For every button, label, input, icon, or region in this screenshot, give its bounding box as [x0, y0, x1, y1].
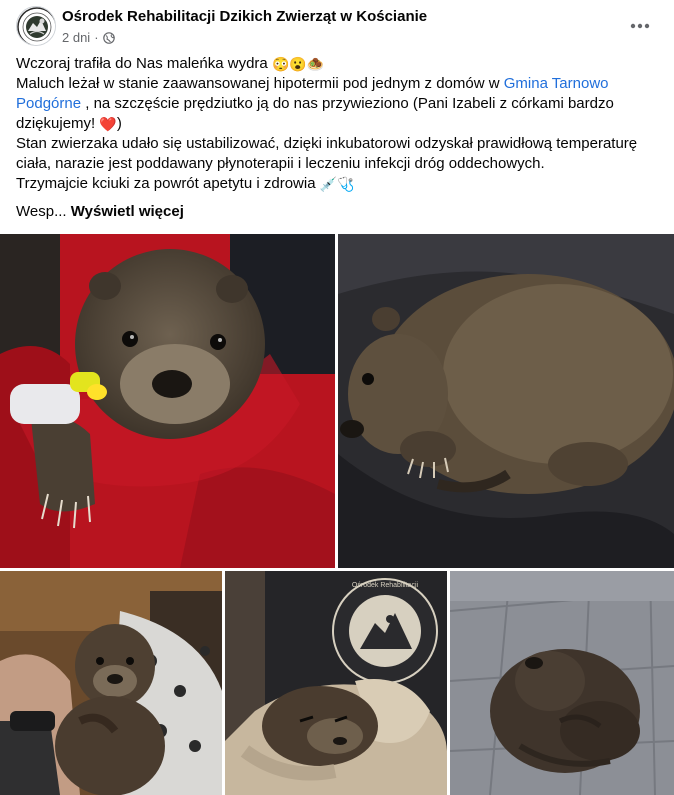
see-more-row: Wesp... Wyświetl więcej	[16, 202, 646, 222]
truncated-text: Wesp...	[16, 203, 67, 220]
post-paragraph-4: Trzymajcie kciuki za powrót apetytu i zd…	[16, 174, 646, 194]
photo-otter-spotted-blanket[interactable]	[0, 571, 222, 795]
photo-otter-red-blanket[interactable]	[0, 234, 335, 568]
emoji-group-1: 😳😮🧆	[271, 56, 325, 72]
post-line-4: Trzymajcie kciuki za powrót apetytu i zd…	[16, 175, 316, 192]
photo-otter-dark-fabric[interactable]	[338, 234, 674, 568]
post-line-2-start: Maluch leżał w stanie zaawansowanej hipo…	[16, 75, 504, 92]
emoji-group-2: 💉🩺	[319, 176, 355, 192]
meta-separator: ·	[94, 30, 99, 45]
post-line-1: Wczoraj trafiła do Nas maleńka wydra	[16, 55, 268, 72]
page-name-link[interactable]: Ośrodek Rehabilitacji Dzikich Zwierząt w…	[62, 8, 427, 25]
post-paragraph-2: Maluch leżał w stanie zaawansowanej hipo…	[16, 74, 646, 134]
more-options-button[interactable]	[622, 8, 658, 44]
post-text: Wczoraj trafiła do Nas maleńka wydra 😳😮🧆…	[16, 54, 646, 222]
post-header: Ośrodek Rehabilitacji Dzikich Zwierząt w…	[16, 4, 658, 48]
page-avatar[interactable]	[16, 6, 56, 46]
photo-otter-held-with-logo[interactable]: Ośrodek Rehabilitacji	[225, 571, 447, 795]
post-paragraph-3: Stan zwierzaka udało się ustabilizować, …	[16, 135, 638, 172]
post-timestamp[interactable]: 2 dni	[62, 30, 90, 45]
page-logo	[17, 7, 55, 45]
see-more-button[interactable]: Wyświetl więcej	[71, 203, 184, 220]
hoodie-logo-text: Ośrodek Rehabilitacji	[352, 582, 419, 589]
photo-otter-curled-pavement[interactable]	[450, 571, 674, 795]
globe-icon[interactable]	[102, 31, 115, 44]
post-meta: 2 dni ·	[62, 30, 115, 45]
post-line-2-end: )	[116, 115, 122, 132]
facebook-post: Ośrodek Rehabilitacji Dzikich Zwierząt w…	[0, 0, 674, 795]
post-paragraph-1: Wczoraj trafiła do Nas maleńka wydra 😳😮🧆	[16, 54, 646, 74]
more-options-icon	[630, 23, 650, 29]
heart-emoji: ❤️	[99, 116, 117, 132]
